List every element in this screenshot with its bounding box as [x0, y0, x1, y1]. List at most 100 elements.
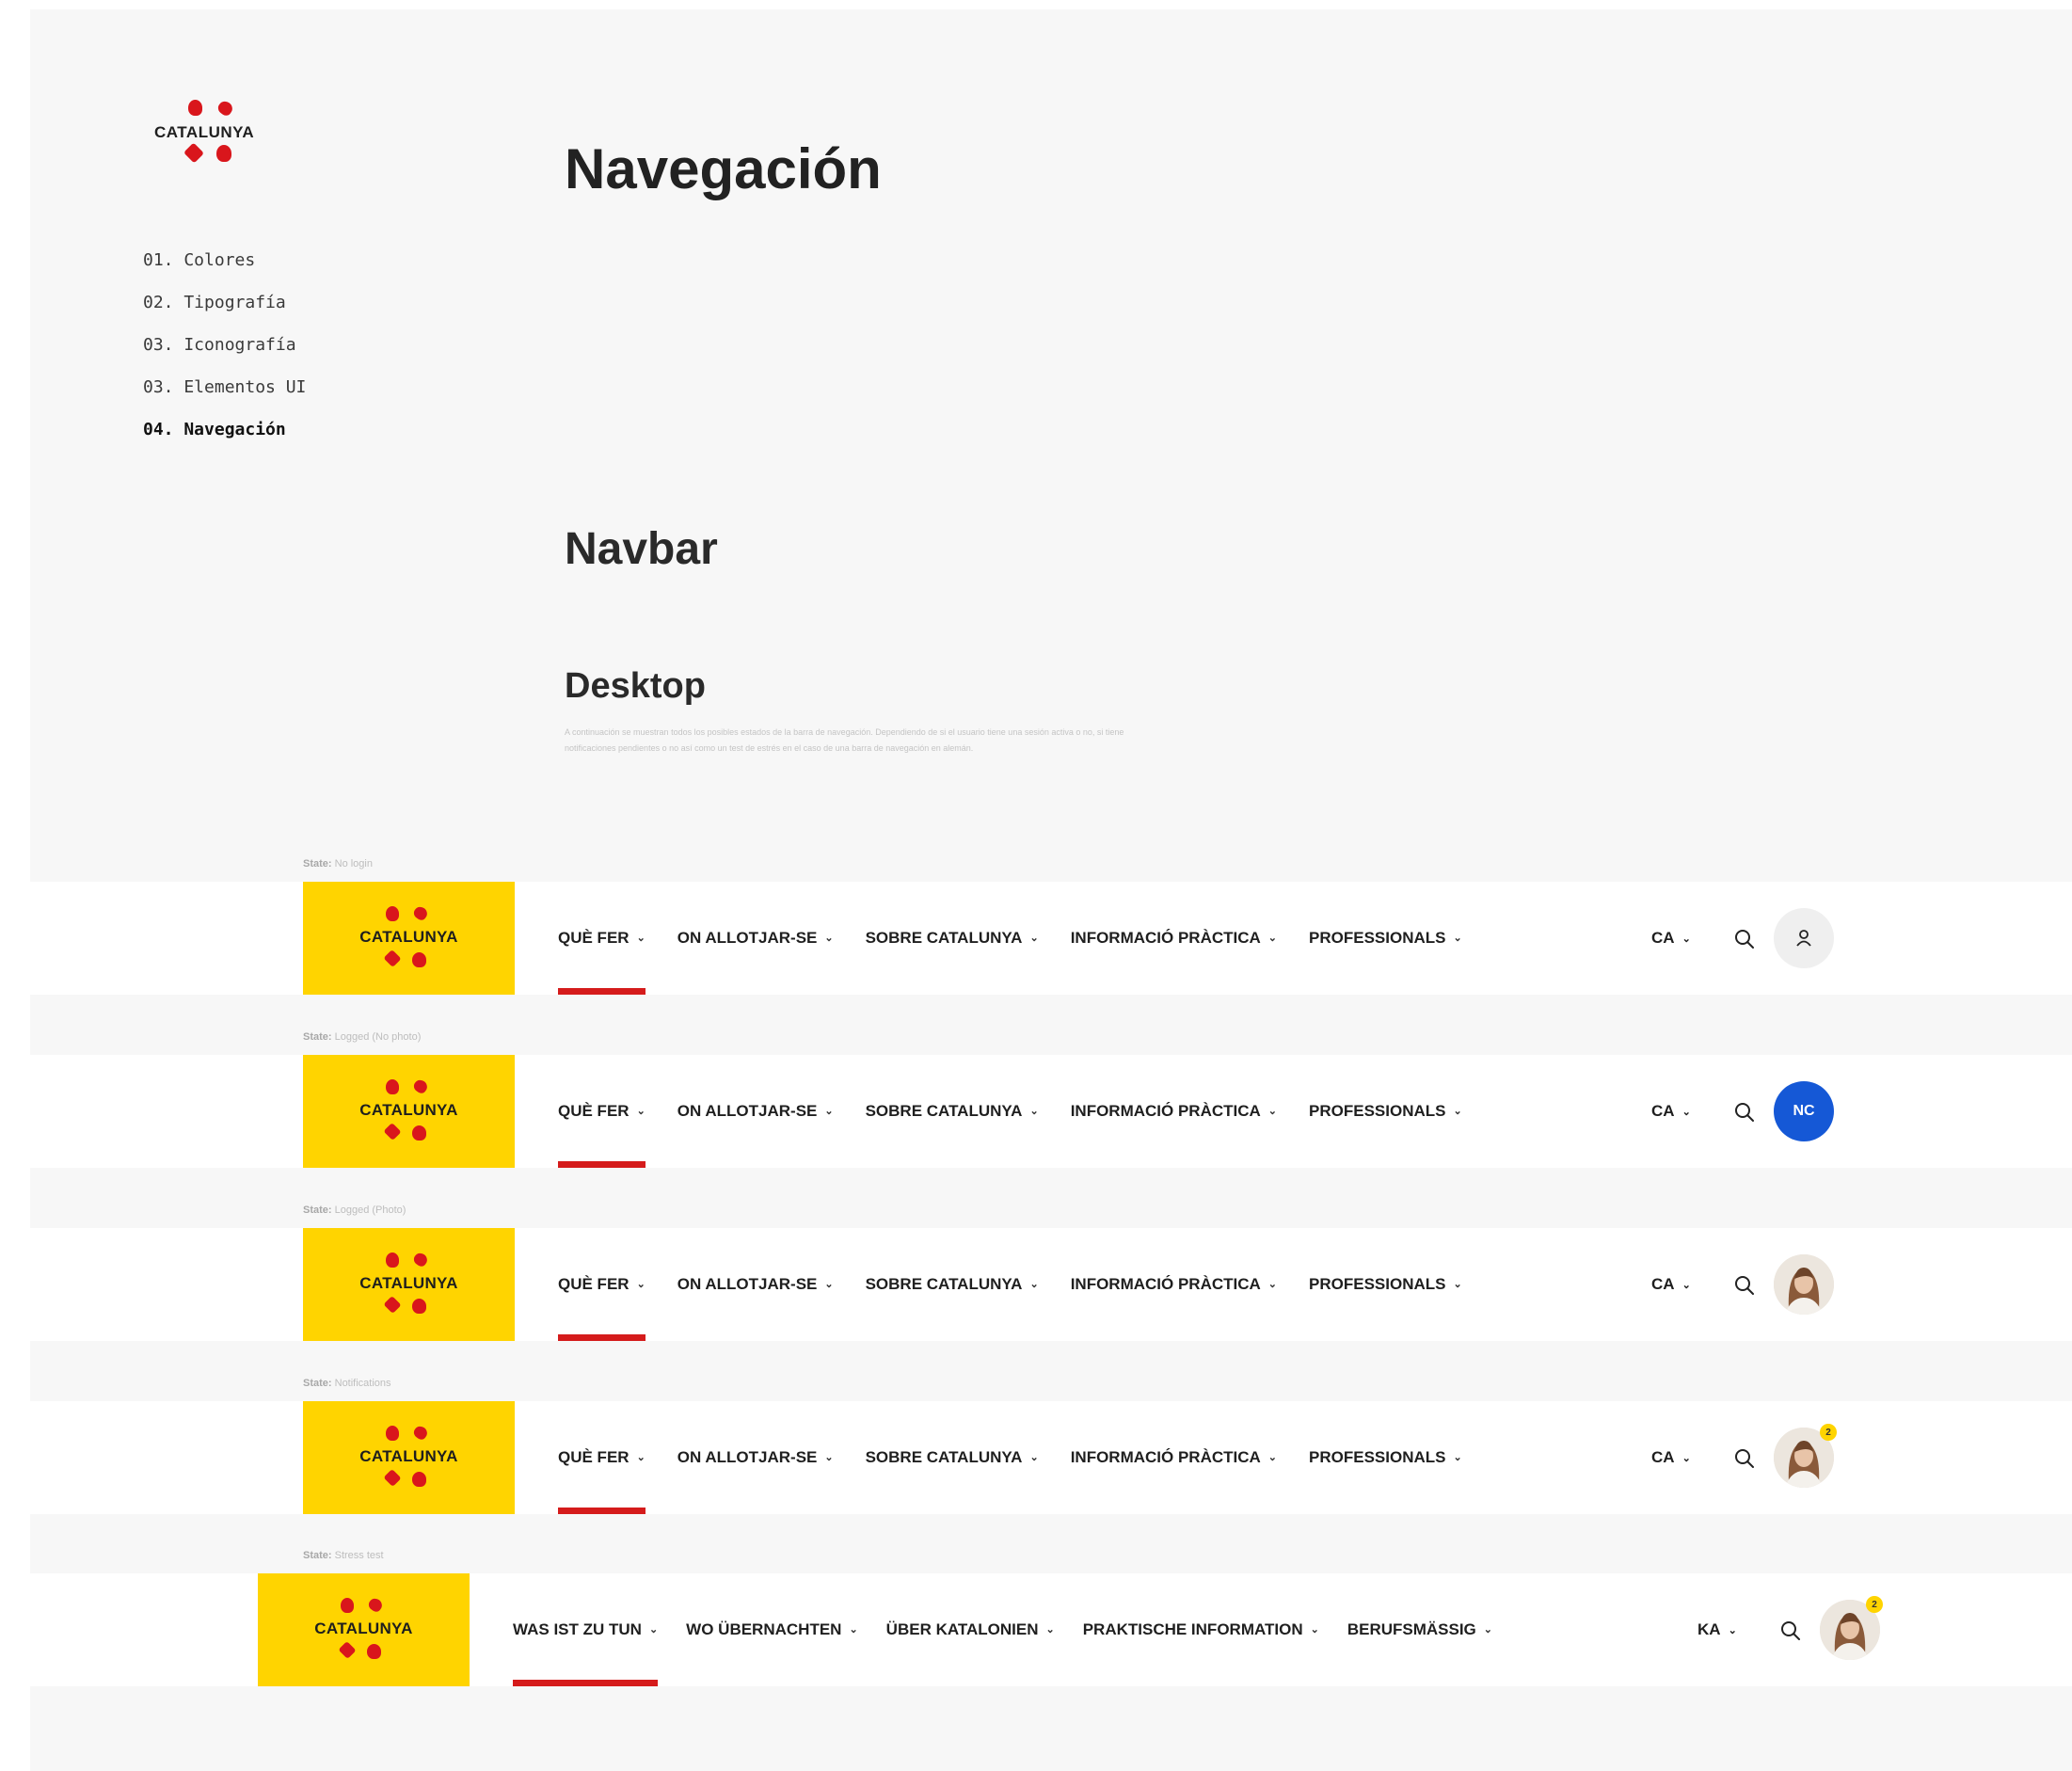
navbar: CATALUNYA QUÈ FER ⌄ ON ALLOTJAR-SE ⌄ SOBRE CA… — [30, 882, 2072, 995]
logo-mark-shape — [383, 949, 402, 968]
logo-mark-shape — [412, 1125, 426, 1141]
avatar-photo — [1774, 1254, 1834, 1315]
menu-item-label: SOBRE CATALUNYA — [865, 1102, 1023, 1120]
menu-item[interactable]: SOBRE CATALUNYA ⌄ — [866, 882, 1039, 995]
chevron-down-icon: ⌄ — [1267, 1278, 1278, 1290]
menu-item[interactable]: BERUFSMÄSSIG ⌄ — [1347, 1573, 1492, 1686]
menu-item-label: WAS IST ZU TUN — [513, 1620, 642, 1638]
search-icon[interactable] — [1780, 1620, 1801, 1641]
user-avatar-initials[interactable]: NC — [1774, 1081, 1834, 1141]
search-icon[interactable] — [1734, 1102, 1755, 1123]
language-selector[interactable]: CA ⌄ — [1651, 1055, 1691, 1168]
menu-item-label: BERUFSMÄSSIG — [1347, 1620, 1476, 1638]
logo-mark-shape — [412, 1299, 426, 1314]
navbar: CATALUNYA QUÈ FER ⌄ ON ALLOTJAR-SE ⌄ SOBRE CA… — [30, 1228, 2072, 1341]
menu-item[interactable]: INFORMACIÓ PRÀCTICA ⌄ — [1071, 882, 1277, 995]
sidebar-item-elementos-ui[interactable]: 03. Elementos UI — [143, 366, 306, 408]
logo-mark-shape — [412, 1472, 426, 1487]
chevron-down-icon: ⌄ — [636, 932, 646, 944]
chevron-down-icon: ⌄ — [1267, 1451, 1278, 1463]
language-selector[interactable]: KA ⌄ — [1697, 1573, 1737, 1686]
sidebar-item-tipografia[interactable]: 02. Tipografía — [143, 281, 306, 324]
state-label: State: Notifications — [303, 1378, 391, 1389]
menu-item-label: PROFESSIONALS — [1309, 1448, 1446, 1466]
menu-item[interactable]: SOBRE CATALUNYA ⌄ — [866, 1055, 1039, 1168]
language-selector[interactable]: CA ⌄ — [1651, 1228, 1691, 1341]
menu-item[interactable]: PROFESSIONALS ⌄ — [1309, 1228, 1462, 1341]
menu-item[interactable]: PROFESSIONALS ⌄ — [1309, 882, 1462, 995]
menu-item[interactable]: INFORMACIÓ PRÀCTICA ⌄ — [1071, 1055, 1277, 1168]
menu-item[interactable]: INFORMACIÓ PRÀCTICA ⌄ — [1071, 1228, 1277, 1341]
catalunya-logo[interactable]: CATALUNYA — [151, 98, 273, 169]
chevron-down-icon: ⌄ — [636, 1451, 646, 1463]
menu-item[interactable]: QUÈ FER ⌄ — [558, 1228, 646, 1341]
chevron-down-icon: ⌄ — [1682, 1452, 1691, 1464]
language-selector[interactable]: CA ⌄ — [1651, 882, 1691, 995]
menu-item[interactable]: ON ALLOTJAR-SE ⌄ — [677, 1228, 834, 1341]
menu-item[interactable]: WAS IST ZU TUN ⌄ — [513, 1573, 659, 1686]
navbar-logo[interactable]: CATALUNYA — [303, 1401, 515, 1514]
logo-wordmark: CATALUNYA — [359, 1447, 458, 1465]
active-underline — [558, 1334, 646, 1341]
search-icon[interactable] — [1734, 1448, 1755, 1469]
navbar-logo[interactable]: CATALUNYA — [303, 882, 515, 995]
sidebar-item-navegacion[interactable]: 04. Navegación — [143, 408, 306, 451]
chevron-down-icon: ⌄ — [648, 1623, 659, 1635]
chevron-down-icon: ⌄ — [1682, 1106, 1691, 1118]
menu-item[interactable]: ON ALLOTJAR-SE ⌄ — [677, 882, 834, 995]
state-value: Stress test — [334, 1550, 384, 1561]
navbar-logo[interactable]: CATALUNYA — [303, 1055, 515, 1168]
menu-item[interactable]: QUÈ FER ⌄ — [558, 1401, 646, 1514]
navbar-menu: WAS IST ZU TUN ⌄ WO ÜBERNACHTEN ⌄ ÜBER KATAL… — [513, 1573, 1521, 1686]
chevron-down-icon: ⌄ — [1682, 933, 1691, 945]
menu-item-label: ON ALLOTJAR-SE — [677, 1275, 818, 1293]
search-icon[interactable] — [1734, 1275, 1755, 1296]
menu-item[interactable]: ÜBER KATALONIEN ⌄ — [886, 1573, 1055, 1686]
menu-item[interactable]: PROFESSIONALS ⌄ — [1309, 1055, 1462, 1168]
menu-item[interactable]: ON ALLOTJAR-SE ⌄ — [677, 1055, 834, 1168]
logo-mark-shape — [188, 100, 202, 116]
chevron-down-icon: ⌄ — [849, 1623, 858, 1635]
chevron-down-icon: ⌄ — [1045, 1623, 1055, 1635]
sidebar-item-iconografia[interactable]: 03. Iconografía — [143, 324, 306, 366]
user-avatar-photo[interactable] — [1774, 1254, 1834, 1315]
user-account-button[interactable] — [1774, 908, 1834, 968]
chevron-down-icon: ⌄ — [1267, 932, 1278, 944]
chevron-down-icon: ⌄ — [636, 1278, 646, 1290]
menu-item[interactable]: ON ALLOTJAR-SE ⌄ — [677, 1401, 834, 1514]
sidebar-item-colores[interactable]: 01. Colores — [143, 239, 306, 281]
chevron-down-icon: ⌄ — [1453, 1451, 1462, 1463]
section-description: A continuación se muestran todos los pos… — [565, 727, 1124, 753]
chevron-down-icon: ⌄ — [1453, 1105, 1462, 1117]
section-title: Navbar — [565, 524, 718, 574]
navbar-menu: QUÈ FER ⌄ ON ALLOTJAR-SE ⌄ SOBRE CATALUNYA ⌄ I… — [558, 1055, 1494, 1168]
menu-item[interactable]: INFORMACIÓ PRÀCTICA ⌄ — [1071, 1401, 1277, 1514]
notification-badge: 2 — [1866, 1596, 1883, 1613]
logo-mark-shape — [383, 1295, 402, 1315]
state-key: State: — [303, 1550, 332, 1561]
logo-mark-shape — [412, 952, 426, 967]
menu-item-label: SOBRE CATALUNYA — [865, 1275, 1023, 1293]
navbar-logo[interactable]: CATALUNYA — [258, 1573, 470, 1686]
chevron-down-icon: ⌄ — [824, 1105, 834, 1117]
notification-badge: 2 — [1820, 1424, 1837, 1441]
menu-item[interactable]: PRAKTISCHE INFORMATION ⌄ — [1083, 1573, 1319, 1686]
menu-item[interactable]: QUÈ FER ⌄ — [558, 1055, 646, 1168]
state-value: Notifications — [334, 1378, 391, 1389]
menu-item-label: ON ALLOTJAR-SE — [677, 929, 818, 947]
search-icon[interactable] — [1734, 929, 1755, 949]
navbar-logo[interactable]: CATALUNYA — [303, 1228, 515, 1341]
chevron-down-icon: ⌄ — [1453, 1278, 1462, 1290]
menu-item-label: INFORMACIÓ PRÀCTICA — [1070, 1102, 1261, 1120]
logo-wordmark: CATALUNYA — [359, 928, 458, 946]
state-value: Logged (Photo) — [334, 1205, 406, 1216]
navbar: CATALUNYA WAS IST ZU TUN ⌄ WO ÜBERNACHTEN ⌄ Ü… — [30, 1573, 2072, 1686]
logo-wordmark: CATALUNYA — [359, 1274, 458, 1292]
menu-item[interactable]: WO ÜBERNACHTEN ⌄ — [686, 1573, 858, 1686]
logo-mark-shape — [183, 142, 204, 164]
menu-item[interactable]: SOBRE CATALUNYA ⌄ — [866, 1228, 1039, 1341]
menu-item[interactable]: QUÈ FER ⌄ — [558, 882, 646, 995]
menu-item[interactable]: PROFESSIONALS ⌄ — [1309, 1401, 1462, 1514]
menu-item[interactable]: SOBRE CATALUNYA ⌄ — [866, 1401, 1039, 1514]
language-selector[interactable]: CA ⌄ — [1651, 1401, 1691, 1514]
